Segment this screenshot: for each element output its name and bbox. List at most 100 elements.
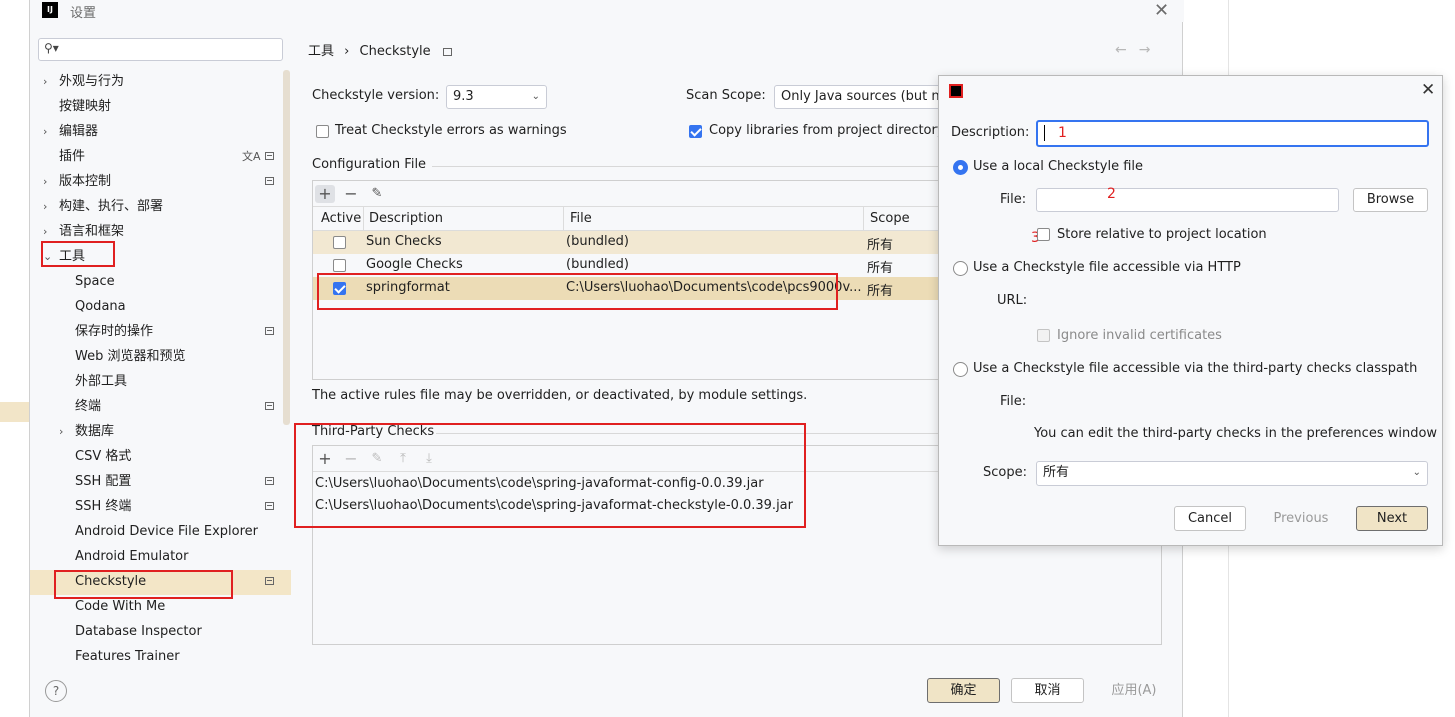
tree-item-editor[interactable]: › 编辑器 [30, 119, 290, 144]
tree-item-csv[interactable]: CSV 格式 [30, 444, 290, 469]
file-label: File: [1000, 192, 1027, 207]
help-button[interactable]: ? [45, 680, 67, 702]
store-relative-label: Store relative to project location [1057, 227, 1267, 242]
browse-button[interactable]: Browse [1353, 188, 1428, 212]
tree-item-space[interactable]: Space [30, 269, 290, 294]
tree-item-label: SSH 配置 [75, 474, 132, 489]
scope-select[interactable]: 所有 ⌄ [1036, 461, 1428, 486]
classpath-note: You can edit the third-party checks in t… [1034, 426, 1438, 441]
checkstyle-version-select[interactable]: 9.3 ⌄ [446, 85, 547, 109]
tree-item-label: 按键映射 [59, 99, 112, 114]
project-level-icon [265, 577, 274, 585]
http-file-radio[interactable] [953, 261, 968, 276]
scan-scope-select[interactable]: Only Java sources (but no [774, 85, 944, 109]
project-level-icon [265, 327, 274, 335]
tree-item-appearance[interactable]: › 外观与行为 [30, 69, 290, 94]
tree-item-database-inspector[interactable]: Database Inspector [30, 619, 290, 644]
add-icon[interactable]: + [315, 185, 335, 203]
scan-scope-value: Only Java sources (but no [781, 89, 944, 104]
row-file: (bundled) [566, 257, 629, 272]
next-button[interactable]: Next [1356, 506, 1428, 531]
tree-item-label: 外部工具 [75, 374, 128, 389]
dialog-cancel-button[interactable]: Cancel [1174, 506, 1246, 531]
tree-item-actions-on-save[interactable]: 保存时的操作 [30, 319, 290, 344]
close-icon[interactable]: ✕ [1154, 0, 1169, 21]
tree-item-ssh-terminal[interactable]: SSH 终端 [30, 494, 290, 519]
tree-item-qodana[interactable]: Qodana [30, 294, 290, 319]
ide-background-highlight [0, 402, 29, 422]
tree-item-label: 编辑器 [59, 124, 99, 139]
chevron-right-icon[interactable]: › [43, 194, 47, 219]
description-label: Description: [951, 125, 1030, 140]
tree-item-external-tools[interactable]: 外部工具 [30, 369, 290, 394]
tree-item-ssh-config[interactable]: SSH 配置 [30, 469, 290, 494]
chevron-right-icon[interactable]: › [59, 419, 63, 444]
forward-arrow-icon[interactable]: → [1139, 42, 1163, 58]
tree-item-build[interactable]: › 构建、执行、部署 [30, 194, 290, 219]
override-note: The active rules file may be overridden,… [312, 388, 808, 403]
previous-button[interactable]: Previous [1261, 506, 1341, 531]
copy-libraries-label: Copy libraries from project directory [709, 123, 945, 138]
apply-button[interactable]: 应用(A) [1095, 678, 1173, 703]
tree-item-label: 终端 [75, 399, 102, 414]
chevron-right-icon[interactable]: › [43, 169, 47, 194]
description-input[interactable] [1036, 120, 1429, 147]
tree-item-vcs[interactable]: › 版本控制 [30, 169, 290, 194]
row-scope: 所有 [867, 261, 894, 276]
column-separator [563, 207, 564, 231]
file-label-classpath: File: [1000, 394, 1027, 409]
tree-item-label: 外观与行为 [59, 74, 125, 89]
tree-item-android-emulator[interactable]: Android Emulator [30, 544, 290, 569]
column-separator [863, 207, 864, 231]
annotation-box-springformat [317, 273, 838, 310]
column-header-file[interactable]: File [570, 211, 592, 226]
local-file-radio[interactable] [953, 160, 968, 175]
version-value: 9.3 [453, 89, 474, 104]
column-header-active[interactable]: Active [321, 211, 361, 226]
cancel-button[interactable]: 取消 [1011, 678, 1084, 703]
nav-arrows: ←→ [1115, 42, 1162, 58]
chevron-right-icon[interactable]: › [43, 69, 47, 94]
breadcrumb-parent[interactable]: 工具 [308, 44, 334, 59]
tree-item-label: Qodana [75, 299, 126, 314]
project-level-icon [265, 402, 274, 410]
back-arrow-icon[interactable]: ← [1115, 42, 1139, 58]
tree-item-label: 版本控制 [59, 174, 112, 189]
row-description: Google Checks [366, 257, 463, 272]
edit-icon[interactable]: ✎ [367, 185, 387, 203]
config-section-title: Configuration File [312, 157, 427, 172]
row-scope: 所有 [867, 284, 894, 299]
file-path-input[interactable] [1036, 188, 1339, 212]
treat-errors-checkbox[interactable] [316, 125, 329, 138]
tree-item-terminal[interactable]: 终端 [30, 394, 290, 419]
copy-libraries-checkbox[interactable] [689, 125, 702, 138]
row-description: Sun Checks [366, 234, 442, 249]
tree-item-android-explorer[interactable]: Android Device File Explorer [30, 519, 290, 544]
tree-item-keymap[interactable]: 按键映射 [30, 94, 290, 119]
project-level-icon [265, 477, 274, 485]
store-relative-checkbox[interactable] [1037, 228, 1050, 241]
active-checkbox[interactable] [333, 236, 346, 249]
row-file: (bundled) [566, 234, 629, 249]
tree-item-database[interactable]: › 数据库 [30, 419, 290, 444]
tree-item-label: 保存时的操作 [75, 324, 154, 339]
annotation-box-tools [41, 241, 115, 267]
close-icon[interactable]: ✕ [1421, 80, 1435, 100]
remove-icon[interactable]: − [341, 185, 361, 203]
column-header-description[interactable]: Description [369, 211, 443, 226]
tree-item-plugins[interactable]: 插件 文A [30, 144, 290, 169]
ok-button[interactable]: 确定 [927, 678, 1000, 703]
chevron-right-icon[interactable]: › [43, 119, 47, 144]
tree-item-label: Features Trainer [75, 649, 180, 664]
column-header-scope[interactable]: Scope [870, 211, 910, 226]
classpath-file-radio[interactable] [953, 362, 968, 377]
tree-item-label: CSV 格式 [75, 449, 132, 464]
checkstyle-version-label: Checkstyle version: [312, 88, 440, 103]
active-checkbox[interactable] [333, 259, 346, 272]
ignore-certs-checkbox[interactable] [1037, 329, 1050, 342]
tree-item-features-trainer[interactable]: Features Trainer [30, 644, 290, 669]
local-file-label: Use a local Checkstyle file [973, 159, 1144, 174]
url-label: URL: [997, 293, 1028, 308]
tree-item-web-browsers[interactable]: Web 浏览器和预览 [30, 344, 290, 369]
ide-background-left [0, 0, 29, 717]
